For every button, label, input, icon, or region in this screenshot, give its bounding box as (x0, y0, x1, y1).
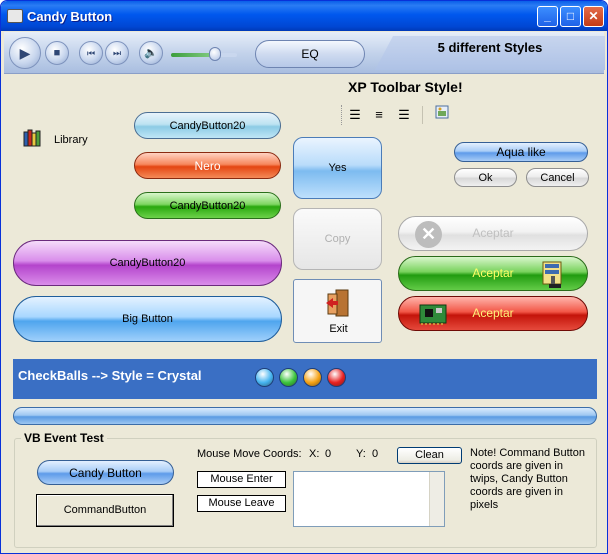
aqua-like-button[interactable]: Aqua like (454, 142, 588, 162)
aceptar-red-button[interactable]: Aceptar (398, 296, 588, 331)
cancel-button[interactable]: Cancel (526, 168, 589, 187)
x-coord-value: 0 (325, 448, 332, 460)
nero-button[interactable]: Nero (134, 152, 281, 179)
speaker-icon: 🔈 (144, 47, 158, 59)
progress-bar (13, 407, 597, 425)
close-icon: ✕ (588, 9, 599, 23)
align-left-icon[interactable]: ☰ (344, 104, 366, 126)
candybutton20-glass[interactable]: CandyButton20 (134, 112, 281, 139)
close-button[interactable]: ✕ (583, 6, 604, 27)
archive-icon (537, 258, 569, 290)
align-center-icon[interactable]: ≡ (368, 104, 390, 126)
play-icon: ▶ (19, 45, 31, 61)
candybutton20-green[interactable]: CandyButton20 (134, 192, 281, 219)
y-coord-value: 0 (372, 448, 379, 460)
aceptar-green-button[interactable]: Aceptar (398, 256, 588, 291)
app-window: Candy Button _ □ ✕ ▶ ■ ⏮ ⏭ 🔈 EQ 5 differ… (0, 0, 608, 554)
aceptar-label-3: Aceptar (472, 306, 514, 320)
library-label: Library (54, 134, 88, 146)
x-coord-label: X: (309, 448, 320, 460)
picture-icon[interactable] (431, 104, 453, 126)
coords-note: Note! Command Button coords are given in… (470, 447, 585, 511)
volume-slider-thumb[interactable] (209, 47, 221, 61)
mute-button[interactable]: 🔈 (139, 41, 163, 65)
big-button[interactable]: Big Button (13, 296, 282, 342)
checkballs-label: CheckBalls --> Style = Crystal (18, 368, 202, 383)
styles-panel: 5 different Styles (375, 36, 605, 70)
mouse-leave-indicator: Mouse Leave (197, 495, 286, 512)
minimize-button[interactable]: _ (537, 6, 558, 27)
styles-label: 5 different Styles (437, 40, 543, 55)
stop-icon: ■ (53, 47, 61, 59)
title-bar[interactable]: Candy Button _ □ ✕ (1, 1, 607, 31)
aceptar-disabled-button[interactable]: ✕ Aceptar (398, 216, 588, 251)
align-right-icon[interactable]: ☰ (393, 104, 415, 126)
y-coord-label: Y: (356, 448, 366, 460)
copy-button[interactable]: Copy (293, 208, 382, 270)
candy-button-test[interactable]: Candy Button (37, 460, 174, 485)
ok-button[interactable]: Ok (454, 168, 517, 187)
toolbar-separator (422, 106, 423, 124)
checkball-red[interactable] (327, 368, 346, 387)
exit-label: Exit (329, 323, 348, 335)
aceptar-label-1: Aceptar (472, 226, 514, 240)
aceptar-label-2: Aceptar (472, 266, 514, 280)
command-button[interactable]: CommandButton (36, 494, 174, 527)
maximize-button[interactable]: □ (560, 6, 581, 27)
xp-toolbar-title: XP Toolbar Style! (348, 79, 463, 95)
circuit-board-icon (419, 304, 447, 326)
window-title: Candy Button (27, 9, 113, 24)
clean-button[interactable]: Clean (397, 447, 462, 464)
play-button[interactable]: ▶ (9, 37, 41, 69)
checkball-orange[interactable] (303, 368, 322, 387)
volume-slider[interactable] (171, 53, 237, 57)
yes-button[interactable]: Yes (293, 137, 382, 199)
candybutton20-purple[interactable]: CandyButton20 (13, 240, 282, 286)
checkball-green[interactable] (279, 368, 298, 387)
app-icon (7, 9, 23, 23)
next-icon: ⏭ (112, 48, 122, 58)
exit-button[interactable]: Exit (293, 279, 382, 343)
next-button[interactable]: ⏭ (105, 41, 129, 65)
exit-door-icon (324, 288, 352, 318)
library-icon (23, 128, 43, 148)
maximize-icon: □ (566, 9, 575, 23)
checkball-blue[interactable] (255, 368, 274, 387)
previous-button[interactable]: ⏮ (79, 41, 103, 65)
vb-event-test-title: VB Event Test (21, 431, 107, 445)
event-log-textarea[interactable] (293, 471, 445, 527)
minimize-icon: _ (544, 9, 551, 23)
event-log-scrollbar[interactable] (429, 472, 444, 526)
previous-icon: ⏮ (86, 48, 96, 58)
mouse-enter-indicator: Mouse Enter (197, 471, 286, 488)
cancel-circle-icon: ✕ (415, 221, 442, 248)
mouse-move-label: Mouse Move Coords: (197, 448, 302, 460)
stop-button[interactable]: ■ (45, 41, 69, 65)
checkballs-panel: CheckBalls --> Style = Crystal (13, 359, 597, 399)
eq-button[interactable]: EQ (255, 40, 365, 68)
